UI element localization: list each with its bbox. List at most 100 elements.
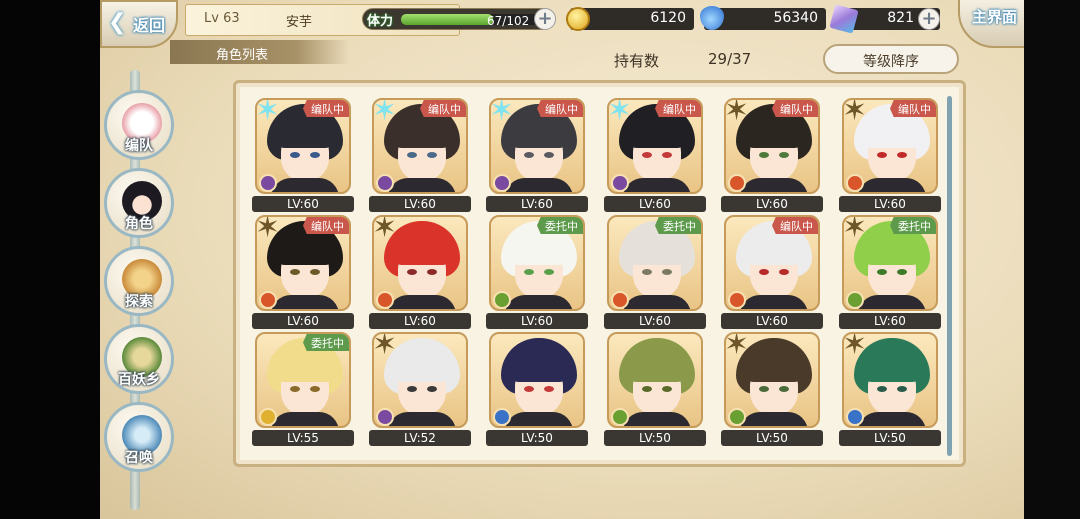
portrait-bangs bbox=[744, 352, 804, 382]
status-badge: 委托中 bbox=[303, 334, 349, 351]
element-fire-icon bbox=[728, 291, 746, 309]
character-card[interactable]: ✶ LV:60 bbox=[369, 213, 471, 331]
character-level: LV:50 bbox=[721, 430, 823, 446]
portrait-bangs bbox=[392, 235, 452, 265]
rarity-star-icon: ✶ bbox=[724, 332, 750, 362]
element-water-icon bbox=[846, 408, 864, 426]
back-button[interactable]: ❮ 返回 bbox=[100, 0, 178, 48]
character-card[interactable]: ✶ 编队中 LV:60 bbox=[486, 96, 588, 214]
character-portrait bbox=[607, 332, 703, 428]
portrait-eye bbox=[877, 152, 887, 158]
portrait-collar bbox=[740, 295, 808, 309]
character-level: LV:60 bbox=[721, 196, 823, 212]
character-card[interactable]: ✶ LV:50 bbox=[721, 330, 823, 448]
portrait-collar bbox=[271, 178, 339, 192]
portrait-collar bbox=[740, 412, 808, 426]
portrait-collar bbox=[505, 178, 573, 192]
character-level: LV:60 bbox=[839, 313, 941, 329]
character-card[interactable]: 委托中 LV:55 bbox=[252, 330, 354, 448]
element-water-icon bbox=[493, 408, 511, 426]
portrait-eye bbox=[877, 269, 887, 275]
character-card[interactable]: 编队中 LV:60 bbox=[721, 213, 823, 331]
portrait-eye bbox=[544, 386, 554, 392]
portrait-eye bbox=[290, 152, 300, 158]
element-fire-icon bbox=[611, 291, 629, 309]
side-menu-team[interactable]: 编队 bbox=[104, 90, 174, 160]
portrait-bangs bbox=[275, 118, 335, 148]
character-level: LV:60 bbox=[369, 196, 471, 212]
element-fire-icon bbox=[728, 174, 746, 192]
element-fire-icon bbox=[846, 174, 864, 192]
status-badge: 委托中 bbox=[537, 217, 583, 234]
stamina-value: 67/102 bbox=[487, 14, 530, 28]
portrait-bangs bbox=[744, 235, 804, 265]
character-card[interactable]: LV:50 bbox=[486, 330, 588, 448]
stamina-fill bbox=[401, 14, 493, 25]
portrait-bangs bbox=[509, 118, 569, 148]
portrait-collar bbox=[858, 412, 926, 426]
portrait-eye bbox=[662, 152, 672, 158]
side-menu-label: 编队 bbox=[125, 138, 153, 154]
stamina-bar: 体力 67/102 bbox=[362, 8, 552, 30]
screen-edge-left bbox=[0, 0, 100, 519]
element-purple-icon bbox=[493, 174, 511, 192]
page-title: 角色列表 bbox=[170, 40, 350, 64]
status-badge: 编队中 bbox=[890, 100, 936, 117]
character-card[interactable]: ✶ LV:52 bbox=[369, 330, 471, 448]
element-purple-icon bbox=[611, 174, 629, 192]
side-menu-explore[interactable]: 探索 bbox=[104, 246, 174, 316]
rarity-star-icon: ✶ bbox=[842, 215, 868, 245]
side-menu-character[interactable]: 角色 bbox=[104, 168, 174, 238]
side-menu-village[interactable]: 百妖乡 bbox=[104, 324, 174, 394]
side-menu-label: 探索 bbox=[125, 294, 153, 310]
side-menu-summon[interactable]: 召唤 bbox=[104, 402, 174, 472]
portrait-eye bbox=[662, 269, 672, 275]
character-card[interactable]: ✶ 委托中 LV:60 bbox=[839, 213, 941, 331]
status-badge: 编队中 bbox=[772, 217, 818, 234]
portrait-eye bbox=[759, 269, 769, 275]
character-portrait: ✶ 编队中 bbox=[607, 98, 703, 194]
portrait-eye bbox=[524, 152, 534, 158]
portrait-eye bbox=[759, 152, 769, 158]
character-card[interactable]: ✶ 编队中 LV:60 bbox=[252, 96, 354, 214]
character-card[interactable]: ✶ 编队中 LV:60 bbox=[721, 96, 823, 214]
sort-button[interactable]: 等级降序 bbox=[823, 44, 959, 74]
portrait-bangs bbox=[509, 352, 569, 382]
character-card[interactable]: 委托中 LV:60 bbox=[604, 213, 706, 331]
status-badge: 委托中 bbox=[655, 217, 701, 234]
back-label: 返回 bbox=[132, 16, 165, 35]
portrait-bangs bbox=[509, 235, 569, 265]
status-badge: 编队中 bbox=[420, 100, 466, 117]
portrait-bangs bbox=[275, 235, 335, 265]
rarity-star-icon: ✶ bbox=[372, 98, 398, 128]
portrait-collar bbox=[858, 295, 926, 309]
portrait-eye bbox=[524, 269, 534, 275]
character-card[interactable]: ✶ 编队中 LV:60 bbox=[369, 96, 471, 214]
gold-coin-icon bbox=[566, 7, 590, 31]
rarity-star-icon: ✶ bbox=[489, 98, 515, 128]
add-stamina-button[interactable]: + bbox=[534, 8, 556, 30]
rarity-star-icon: ✶ bbox=[842, 98, 868, 128]
character-card[interactable]: ✶ 编队中 LV:60 bbox=[839, 96, 941, 214]
add-crystal-button[interactable]: + bbox=[918, 8, 940, 30]
portrait-eye bbox=[407, 152, 417, 158]
character-card[interactable]: 委托中 LV:60 bbox=[486, 213, 588, 331]
status-badge: 编队中 bbox=[772, 100, 818, 117]
portrait-collar bbox=[271, 412, 339, 426]
player-name: 安芋 bbox=[286, 15, 313, 30]
character-card[interactable]: ✶ 编队中 LV:60 bbox=[252, 213, 354, 331]
portrait-eye bbox=[759, 386, 769, 392]
portrait-eye bbox=[642, 386, 652, 392]
portrait-eye bbox=[897, 269, 907, 275]
character-level: LV:50 bbox=[486, 430, 588, 446]
portrait-bangs bbox=[392, 352, 452, 382]
character-card[interactable]: ✶ 编队中 LV:60 bbox=[604, 96, 706, 214]
grid-scrollbar[interactable] bbox=[947, 96, 952, 456]
portrait-eye bbox=[427, 386, 437, 392]
portrait-collar bbox=[388, 412, 456, 426]
character-card[interactable]: LV:50 bbox=[604, 330, 706, 448]
crystal-value: 821 bbox=[887, 10, 914, 26]
character-card[interactable]: ✶ LV:50 bbox=[839, 330, 941, 448]
portrait-eye bbox=[427, 269, 437, 275]
home-button[interactable]: 主界面 bbox=[958, 0, 1024, 48]
